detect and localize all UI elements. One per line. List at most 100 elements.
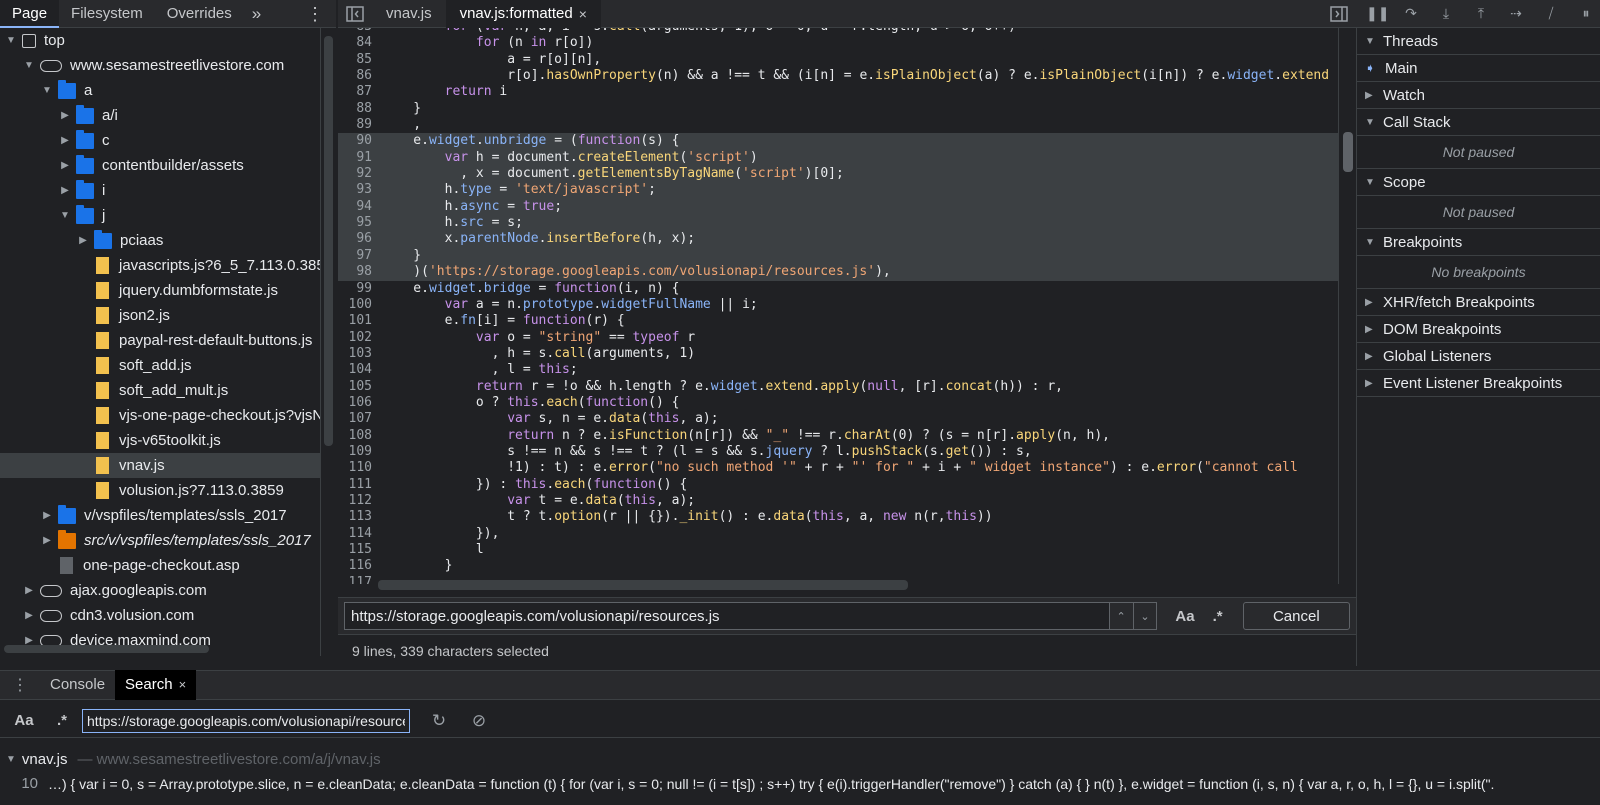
line-number[interactable]: 117 (338, 575, 372, 584)
match-case-button[interactable]: Aa (1175, 608, 1194, 625)
line-number[interactable]: 98 (338, 264, 372, 280)
search-input[interactable] (82, 708, 410, 733)
line-number[interactable]: 106 (338, 395, 372, 411)
navigator-menu-icon[interactable]: ⋮ (294, 0, 336, 28)
code-line[interactable]: 100 var a = n.prototype.widgetFullName |… (338, 297, 1356, 313)
code-line[interactable]: 113 t ? t.option(r || {})._init() : e.da… (338, 509, 1356, 525)
line-number[interactable]: 97 (338, 248, 372, 264)
tree-item[interactable]: vjs-one-page-checkout.js?vjsNo (0, 403, 320, 428)
code-line[interactable]: 88 } (338, 101, 1356, 117)
chevron-right-icon[interactable]: ▶ (40, 535, 54, 546)
tree-item[interactable]: ▶ a/i (0, 103, 320, 128)
editor-scrollbar[interactable] (1338, 28, 1356, 584)
scope-section[interactable]: ▼ Scope (1357, 169, 1600, 196)
code-line[interactable]: 102 var o = "string" == typeof r (338, 330, 1356, 346)
line-number[interactable]: 112 (338, 493, 372, 509)
match-case-button[interactable]: Aa (10, 712, 38, 729)
tab-vnav-js-formatted[interactable]: vnav.js:formatted × (445, 0, 601, 28)
line-number[interactable]: 107 (338, 411, 372, 427)
close-icon[interactable]: × (579, 0, 587, 28)
tab-search[interactable]: Search × (115, 670, 197, 700)
code-line[interactable]: 112 var t = e.data(this, a); (338, 493, 1356, 509)
line-number[interactable]: 89 (338, 117, 372, 133)
code-line[interactable]: 104 , l = this; (338, 362, 1356, 378)
code-line[interactable]: 85 a = r[o][n], (338, 52, 1356, 68)
line-number[interactable]: 96 (338, 231, 372, 247)
line-number[interactable]: 92 (338, 166, 372, 182)
thread-main[interactable]: ➧ Main (1357, 55, 1600, 82)
search-result-line[interactable]: 10 …) { var i = 0, s = Array.prototype.s… (0, 772, 1600, 796)
tree-item[interactable]: ▶ ajax.googleapis.com (0, 578, 320, 603)
line-number[interactable]: 103 (338, 346, 372, 362)
tree-item[interactable]: vnav.js (0, 453, 320, 478)
line-number[interactable]: 99 (338, 281, 372, 297)
chevron-down-icon[interactable]: ▼ (40, 85, 54, 96)
chevron-right-icon[interactable]: ▶ (58, 185, 72, 196)
tree-item[interactable]: ▶ v/vspfiles/templates/ssls_2017 (0, 503, 320, 528)
find-previous-icon[interactable]: ⌃ (1109, 602, 1134, 630)
code-line[interactable]: 89 , (338, 117, 1356, 133)
xhr-breakpoints-section[interactable]: ▶ XHR/fetch Breakpoints (1357, 289, 1600, 316)
breakpoints-section[interactable]: ▼ Breakpoints (1357, 229, 1600, 256)
code-line[interactable]: 99 e.widget.bridge = function(i, n) { (338, 281, 1356, 297)
chevron-right-icon[interactable]: ▶ (58, 135, 72, 146)
code-line[interactable]: 93 h.type = 'text/javascript'; (338, 182, 1356, 199)
line-number[interactable]: 91 (338, 150, 372, 166)
tree-item[interactable]: ▼ top (0, 28, 320, 53)
tree-item[interactable]: ▼ www.sesamestreetlivestore.com (0, 53, 320, 78)
line-number[interactable]: 88 (338, 101, 372, 117)
line-number[interactable]: 90 (338, 133, 372, 149)
scroll-thumb[interactable] (324, 36, 333, 446)
code-line[interactable]: 115 l (338, 542, 1356, 558)
line-number[interactable]: 84 (338, 35, 372, 51)
tab-vnav-js[interactable]: vnav.js (372, 0, 446, 28)
code-line[interactable]: 106 o ? this.each(function() { (338, 395, 1356, 411)
more-tabs-icon[interactable]: » (244, 0, 269, 28)
tab-filesystem[interactable]: Filesystem (59, 0, 155, 28)
regex-button[interactable]: .* (48, 712, 76, 729)
code-line[interactable]: 110 !1) : t) : e.error("no such method '… (338, 460, 1356, 476)
tree-item[interactable]: ▼ j (0, 203, 320, 228)
event-listener-breakpoints-section[interactable]: ▶ Event Listener Breakpoints (1357, 370, 1600, 397)
code-line[interactable]: 98 )('https://storage.googleapis.com/vol… (338, 264, 1356, 281)
chevron-down-icon[interactable]: ▼ (4, 35, 18, 46)
find-input[interactable] (344, 602, 1110, 630)
code-editor[interactable]: 83 for (var n, a, i = s.call(arguments, … (338, 28, 1356, 584)
code-line[interactable]: 87 return i (338, 84, 1356, 100)
line-number[interactable]: 101 (338, 313, 372, 329)
code-line[interactable]: 96 x.parentNode.insertBefore(h, x); (338, 231, 1356, 248)
code-line[interactable]: 114 }), (338, 526, 1356, 542)
code-line[interactable]: 94 h.async = true; (338, 198, 1356, 216)
editor-horizontal-scrollbar[interactable] (378, 580, 908, 592)
deactivate-breakpoints-icon[interactable]: ⧸ (1541, 5, 1561, 22)
line-number[interactable]: 111 (338, 477, 372, 493)
line-number[interactable]: 113 (338, 509, 372, 525)
code-line[interactable]: 109 s !== n && s !== t ? (l = s && s.jqu… (338, 444, 1356, 460)
tree-horizontal-scrollbar[interactable] (0, 642, 320, 656)
line-number[interactable]: 105 (338, 379, 372, 395)
step-out-icon[interactable]: ⤒ (1471, 5, 1491, 22)
line-number[interactable]: 87 (338, 84, 372, 100)
code-line[interactable]: 97 } (338, 247, 1356, 265)
line-number[interactable]: 85 (338, 52, 372, 68)
chevron-down-icon[interactable]: ▼ (58, 210, 72, 221)
code-line[interactable]: 92 , x = document.getElementsByTagName('… (338, 166, 1356, 183)
code-line[interactable]: 116 } (338, 558, 1356, 574)
code-line[interactable]: 90 e.widget.unbridge = (function(s) { (338, 133, 1356, 150)
tree-item[interactable]: json2.js (0, 303, 320, 328)
tab-page[interactable]: Page (0, 0, 60, 28)
tab-console[interactable]: Console (40, 670, 115, 700)
tree-item[interactable]: soft_add.js (0, 353, 320, 378)
toggle-navigator-icon[interactable] (338, 0, 372, 28)
scroll-thumb[interactable] (378, 580, 908, 590)
line-number[interactable]: 108 (338, 428, 372, 444)
code-line[interactable]: 108 return n ? e.isFunction(n[r]) && "_"… (338, 428, 1356, 444)
line-number[interactable]: 86 (338, 68, 372, 84)
chevron-right-icon[interactable]: ▶ (40, 510, 54, 521)
tree-item[interactable]: one-page-checkout.asp (0, 553, 320, 578)
tree-item[interactable]: ▶ src/v/vspfiles/templates/ssls_2017 (0, 528, 320, 553)
drawer-menu-icon[interactable]: ⋮ (0, 675, 40, 695)
chevron-right-icon[interactable]: ▶ (58, 110, 72, 121)
tree-item[interactable]: ▶ i (0, 178, 320, 203)
line-number[interactable]: 95 (338, 215, 372, 231)
